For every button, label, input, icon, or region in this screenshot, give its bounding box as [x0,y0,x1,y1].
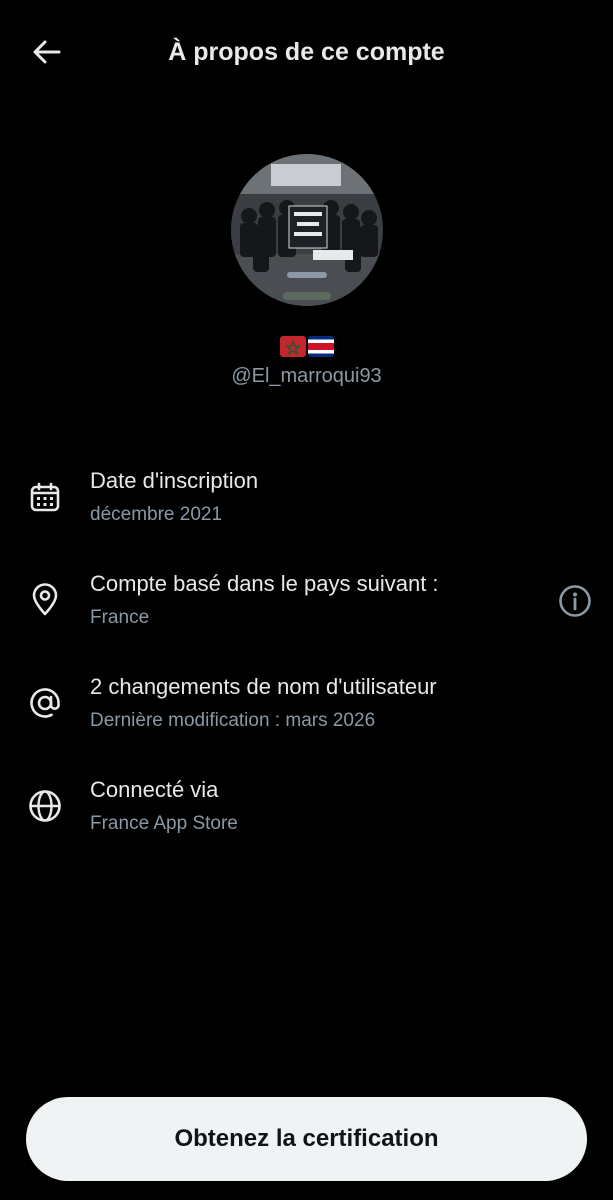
get-verified-button[interactable]: Obtenez la certification [26,1097,587,1181]
info-row-country: Compte basé dans le pays suivant : Franc… [0,561,613,651]
info-value: décembre 2021 [90,504,223,525]
info-button[interactable] [557,583,593,619]
flag-emojis [0,336,613,357]
info-label: Connecté via [90,777,219,802]
info-row-connected-via: Connecté via France App Store [0,767,613,857]
avatar[interactable] [231,154,383,306]
location-pin-icon [26,581,64,619]
info-icon [559,585,591,617]
top-bar: À propos de ce compte [0,0,613,104]
info-label: 2 changements de nom d'utilisateur [90,674,437,699]
username-handle: @El_marroqui93 [231,365,382,387]
profile-photo-image [231,154,383,306]
info-value: France App Store [90,813,238,834]
info-value: Dernière modification : mars 2026 [90,710,376,731]
calendar-icon [26,478,64,516]
costa-rica-flag-icon [307,336,334,357]
at-sign-icon [26,684,64,722]
info-label: Compte basé dans le pays suivant : [90,571,439,596]
info-row-joined-date: Date d'inscription décembre 2021 [0,458,613,548]
page-title: À propos de ce compte [168,38,445,66]
globe-icon [26,787,64,825]
morocco-flag-icon [279,336,306,357]
info-value: France [90,607,150,628]
info-row-username-changes: 2 changements de nom d'utilisateur Derni… [0,664,613,754]
info-label: Date d'inscription [90,468,259,493]
